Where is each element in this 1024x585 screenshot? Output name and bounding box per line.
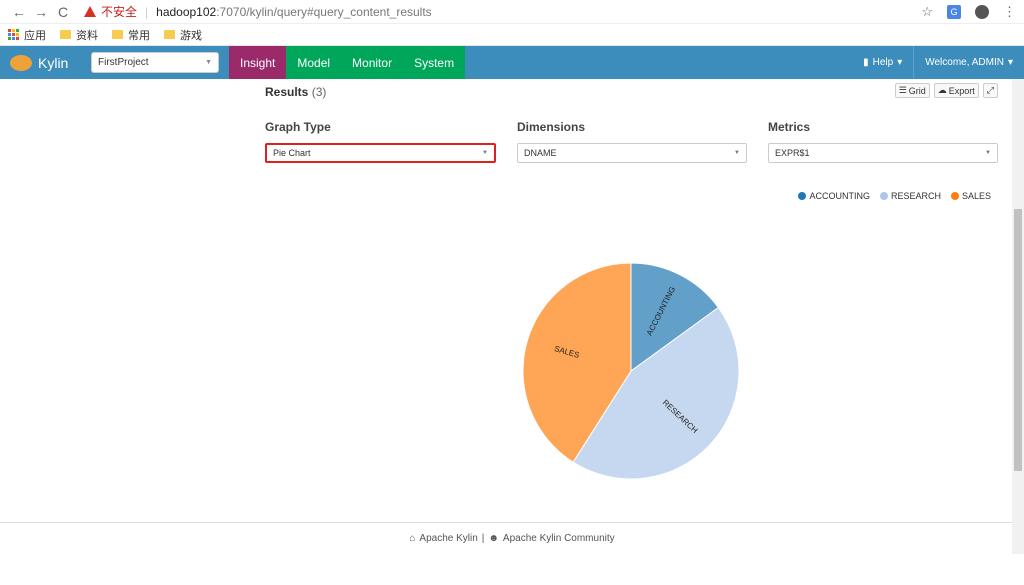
insecure-label: 不安全	[101, 5, 138, 19]
back-icon[interactable]: ←	[8, 4, 30, 20]
kylin-navbar: Kylin FirstProject ▼ Insight Model Monit…	[0, 46, 1024, 79]
url-divider: |	[145, 4, 149, 19]
bookmark-label: 常用	[128, 29, 150, 42]
tab-model[interactable]: Model	[286, 46, 342, 79]
caret-down-icon: ▾	[1007, 57, 1013, 68]
welcome-label: Welcome, ADMIN	[925, 57, 1004, 68]
profile-icon[interactable]	[975, 4, 989, 19]
folder-icon	[164, 30, 175, 39]
footer-separator: |	[481, 533, 485, 544]
main-tabs: Insight Model Monitor System	[229, 46, 466, 79]
star-icon[interactable]: ☆	[921, 4, 933, 20]
book-icon: ▮	[863, 57, 869, 68]
tab-insight[interactable]: Insight	[229, 46, 287, 79]
bookmark-folder[interactable]: 资料	[60, 27, 98, 43]
warning-icon	[84, 6, 96, 17]
tab-monitor[interactable]: Monitor	[341, 46, 404, 79]
footer-community-link[interactable]: Apache Kylin Community	[503, 533, 615, 544]
project-select[interactable]: FirstProject ▼	[91, 52, 219, 73]
help-label: Help	[872, 57, 894, 68]
browser-address-bar: ← → C 不安全 | hadoop102:7070/kylin/query#q…	[0, 0, 1024, 24]
tab-system[interactable]: System	[403, 46, 466, 79]
bookmarks-bar: 应用 资料 常用 游戏	[0, 24, 1024, 46]
security-indicator[interactable]: 不安全	[84, 3, 137, 20]
bookmark-label: 应用	[24, 29, 46, 42]
bookmark-apps[interactable]: 应用	[8, 27, 46, 43]
footer-apache-kylin-link[interactable]: Apache Kylin	[419, 533, 477, 544]
home-icon: ⌂	[409, 533, 416, 544]
brand-name: Kylin	[38, 54, 69, 71]
apps-grid-icon	[8, 29, 19, 40]
project-select-value: FirstProject	[98, 57, 149, 68]
url-path: :7070/kylin/query#query_content_results	[216, 4, 432, 19]
bookmark-folder[interactable]: 常用	[112, 27, 150, 43]
vertical-scrollbar[interactable]	[1012, 79, 1024, 554]
pie-chart: ACCOUNTINGRESEARCHSALES	[522, 262, 740, 480]
forward-icon[interactable]: →	[30, 4, 52, 20]
caret-down-icon: ▾	[897, 57, 903, 68]
menu-kebab-icon[interactable]: ⋮	[1003, 4, 1016, 20]
query-results-panel: Results (3) ☰ Grid ☁ Export ⤢ Graph Type…	[0, 79, 1024, 554]
translate-icon[interactable]: G	[947, 4, 961, 19]
brand[interactable]: Kylin	[0, 46, 80, 79]
url-host: hadoop102	[156, 4, 217, 19]
kylin-logo-icon	[10, 54, 32, 71]
footer: ⌂ Apache Kylin | ☻ Apache Kylin Communit…	[0, 522, 1024, 554]
chevron-down-icon: ▼	[205, 59, 212, 66]
folder-icon	[112, 30, 123, 39]
reload-icon[interactable]: C	[52, 4, 74, 20]
folder-icon	[60, 30, 71, 39]
bookmark-label: 游戏	[180, 29, 202, 42]
bookmark-folder[interactable]: 游戏	[164, 27, 202, 43]
scrollbar-thumb[interactable]	[1014, 209, 1022, 471]
users-icon: ☻	[488, 533, 499, 544]
help-menu[interactable]: ▮ Help ▾	[852, 46, 915, 79]
url-field[interactable]: hadoop102:7070/kylin/query#query_content…	[156, 5, 432, 19]
user-menu[interactable]: Welcome, ADMIN ▾	[914, 46, 1024, 79]
bookmark-label: 资料	[76, 29, 98, 42]
